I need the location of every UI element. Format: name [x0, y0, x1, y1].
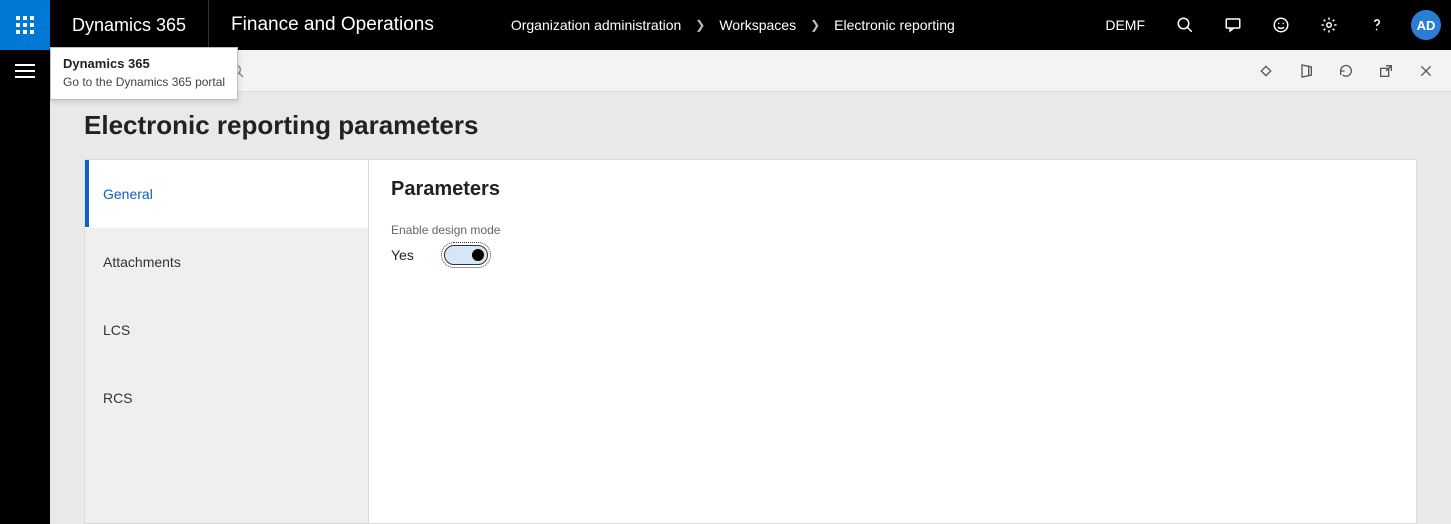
messages-button[interactable] [1209, 0, 1257, 50]
feedback-button[interactable] [1257, 0, 1305, 50]
popout-icon [1378, 63, 1394, 79]
tab-lcs[interactable]: LCS [85, 296, 368, 364]
user-avatar[interactable]: AD [1411, 10, 1441, 40]
search-button[interactable] [1161, 0, 1209, 50]
close-button[interactable] [1415, 60, 1437, 82]
top-bar: Dynamics 365 Finance and Operations Orga… [0, 0, 1451, 50]
breadcrumb-item[interactable]: Organization administration [511, 17, 681, 33]
attach-button[interactable] [1255, 60, 1277, 82]
breadcrumb-item[interactable]: Workspaces [719, 17, 796, 33]
section-title: Parameters [391, 178, 1394, 201]
breadcrumb: Organization administration ❯ Workspaces… [511, 0, 955, 50]
settings-button[interactable] [1305, 0, 1353, 50]
help-button[interactable] [1353, 0, 1401, 50]
tooltip-title: Dynamics 365 [63, 56, 225, 71]
chat-icon [1224, 16, 1242, 34]
hamburger-button[interactable] [15, 64, 35, 83]
refresh-button[interactable] [1335, 60, 1357, 82]
tab-rcs[interactable]: RCS [85, 364, 368, 432]
toggle-design-mode[interactable] [444, 245, 488, 265]
hamburger-icon [15, 64, 35, 78]
field-label-design-mode: Enable design mode [391, 223, 1394, 237]
action-bar: OPTIONS [50, 50, 1451, 92]
page-title: Electronic reporting parameters [84, 110, 1417, 141]
nav-rail [0, 50, 50, 524]
office-button[interactable] [1295, 60, 1317, 82]
brand-link[interactable]: Dynamics 365 [50, 0, 209, 50]
app-launcher-button[interactable] [0, 0, 50, 50]
waffle-icon [16, 16, 34, 34]
gear-icon [1320, 16, 1338, 34]
module-title: Finance and Operations [209, 0, 456, 50]
diamond-icon [1258, 63, 1274, 79]
refresh-icon [1338, 63, 1354, 79]
toggle-knob [472, 249, 484, 261]
vertical-tabs: General Attachments LCS RCS [85, 160, 369, 523]
tooltip-card: Dynamics 365 Go to the Dynamics 365 port… [50, 47, 238, 100]
chevron-right-icon: ❯ [695, 18, 705, 32]
popout-button[interactable] [1375, 60, 1397, 82]
legal-entity-picker[interactable]: DEMF [1089, 0, 1161, 50]
search-icon [1176, 16, 1194, 34]
tab-attachments[interactable]: Attachments [85, 228, 368, 296]
help-icon [1368, 16, 1386, 34]
chevron-right-icon: ❯ [810, 18, 820, 32]
tab-general[interactable]: General [85, 160, 368, 228]
office-icon [1298, 63, 1314, 79]
field-value-design-mode: Yes [391, 247, 414, 263]
smile-icon [1272, 16, 1290, 34]
tooltip-text: Go to the Dynamics 365 portal [63, 75, 225, 89]
form-panel: General Attachments LCS RCS Parameters E… [84, 159, 1417, 524]
close-icon [1418, 63, 1434, 79]
breadcrumb-item[interactable]: Electronic reporting [834, 17, 955, 33]
